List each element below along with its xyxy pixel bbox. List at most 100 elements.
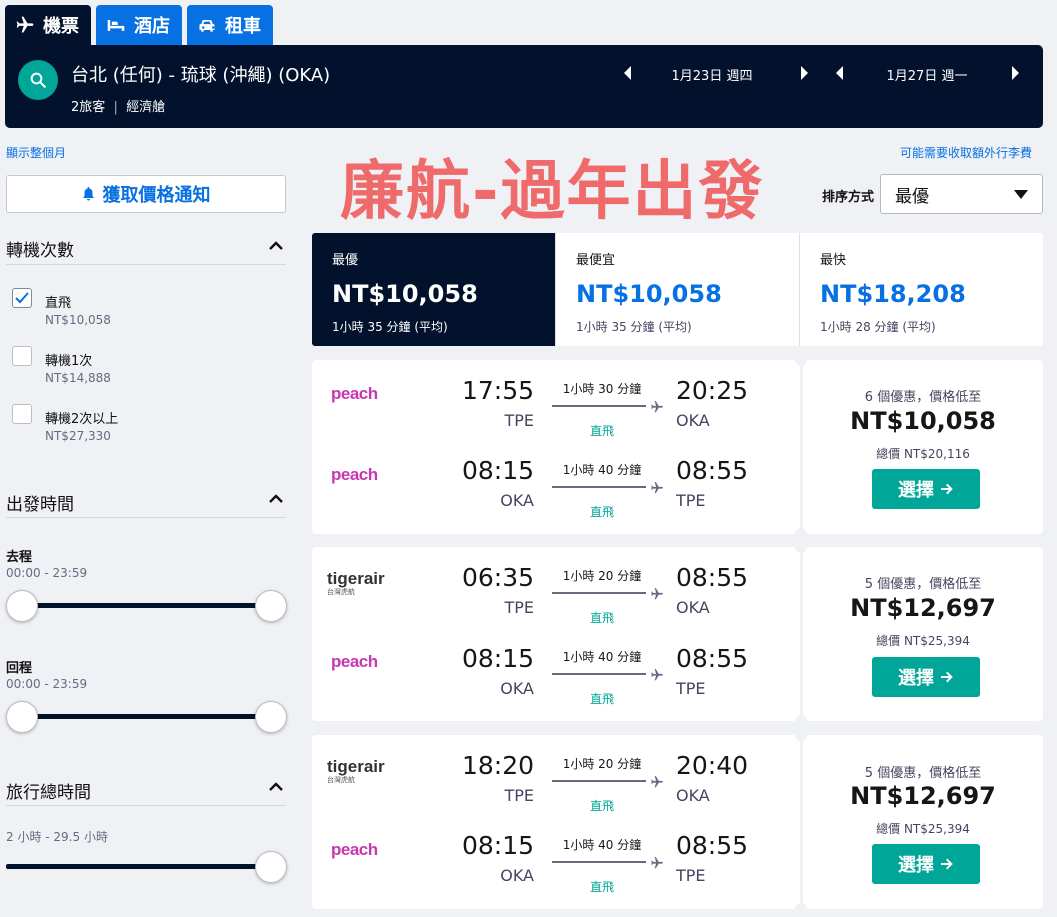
airline-logo: tigerair 台灣虎航 bbox=[327, 757, 385, 785]
baggage-fees-link[interactable]: 可能需要收取額外行李費 bbox=[900, 144, 1032, 161]
depart-time: 06:35 bbox=[461, 563, 534, 592]
arrow-right-icon bbox=[941, 858, 953, 870]
return-prev-button[interactable] bbox=[833, 65, 847, 83]
ticket-notch bbox=[795, 354, 807, 366]
arrow-right-icon bbox=[941, 483, 953, 495]
product-tabs: 機票 酒店 租車 bbox=[5, 5, 273, 47]
leg-duration: 1小時 40 分鐘 bbox=[562, 463, 642, 477]
result-price: NT$12,697 bbox=[850, 782, 996, 810]
duration-slider-handle[interactable] bbox=[255, 851, 287, 883]
depart-time: 08:15 bbox=[461, 644, 534, 673]
arrive-airport: OKA bbox=[676, 411, 710, 430]
duration-range: 2 小時 - 29.5 小時 bbox=[6, 830, 108, 844]
outbound-slider-min-handle[interactable] bbox=[6, 590, 38, 622]
return-label: 回程 bbox=[6, 661, 33, 676]
depart-time: 17:55 bbox=[461, 376, 534, 405]
depart-prev-button[interactable] bbox=[621, 65, 635, 83]
depart-date[interactable]: 1月23日 週四 bbox=[652, 65, 772, 84]
arrive-time: 08:55 bbox=[676, 831, 749, 860]
bed-icon bbox=[107, 20, 125, 31]
summary-cheapest[interactable]: 最便宜 NT$10,058 1小時 35 分鐘 (平均) bbox=[556, 233, 800, 346]
airline-logo: peach bbox=[331, 465, 378, 484]
tab-hotels[interactable]: 酒店 bbox=[96, 5, 182, 45]
stops-option-label: 轉機1次 bbox=[45, 354, 93, 369]
airline-logo: peach bbox=[331, 384, 378, 403]
leg-stops: 直飛 bbox=[589, 799, 614, 813]
plane-icon bbox=[650, 399, 664, 413]
show-whole-month-link[interactable]: 顯示整個月 bbox=[6, 144, 66, 161]
airline-name: tigerair bbox=[327, 569, 385, 588]
summary-best[interactable]: 最優 NT$10,058 1小時 35 分鐘 (平均) bbox=[312, 233, 556, 346]
plane-icon bbox=[650, 774, 664, 788]
sort-label: 排序方式 bbox=[822, 190, 875, 205]
return-range: 00:00 - 23:59 bbox=[6, 677, 88, 691]
airline-subname: 台灣虎航 bbox=[327, 589, 355, 596]
arrive-airport: OKA bbox=[676, 786, 710, 805]
summary-fastest[interactable]: 最快 NT$18,208 1小時 28 分鐘 (平均) bbox=[800, 233, 1043, 346]
depart-time: 08:15 bbox=[461, 456, 534, 485]
sort-select[interactable]: 最優 bbox=[880, 174, 1043, 214]
leg-stops: 直飛 bbox=[589, 505, 614, 519]
cabin-class: 經濟艙 bbox=[126, 100, 166, 115]
return-slider-min-handle[interactable] bbox=[6, 701, 38, 733]
tab-flights[interactable]: 機票 bbox=[5, 5, 91, 45]
plane-icon bbox=[650, 480, 664, 494]
stops-option-label: 轉機2次以上 bbox=[45, 412, 119, 427]
airline-name: tigerair bbox=[327, 757, 385, 776]
depart-next-button[interactable] bbox=[799, 65, 813, 83]
chevron-up-icon[interactable] bbox=[269, 241, 283, 251]
chevron-up-icon[interactable] bbox=[269, 494, 283, 504]
tab-hotels-label: 酒店 bbox=[134, 16, 170, 37]
select-button[interactable]: 選擇 bbox=[872, 844, 980, 884]
stops-filter-title[interactable]: 轉機次數 bbox=[6, 236, 74, 261]
checkbox-direct[interactable] bbox=[12, 288, 32, 308]
arrive-time: 20:40 bbox=[676, 751, 749, 780]
return-slider-track[interactable] bbox=[14, 714, 274, 719]
leg-line bbox=[552, 592, 646, 594]
total-price: 總價 NT$20,116 bbox=[876, 447, 970, 461]
tab-cars[interactable]: 租車 bbox=[187, 5, 273, 45]
search-button[interactable] bbox=[18, 60, 58, 100]
search-summary-bar[interactable]: 台北 (任何) - 琉球 (沖繩) (OKA) 2旅客 | 經濟艙 1月23日 … bbox=[5, 45, 1043, 128]
summary-duration: 1小時 35 分鐘 (平均) bbox=[576, 320, 692, 334]
duration-filter-title[interactable]: 旅行總時間 bbox=[6, 778, 91, 803]
divider bbox=[6, 805, 286, 806]
leg-stops: 直飛 bbox=[589, 880, 614, 894]
chevron-up-icon[interactable] bbox=[269, 782, 283, 792]
depart-time: 18:20 bbox=[461, 751, 534, 780]
return-next-button[interactable] bbox=[1010, 65, 1024, 83]
depart-airport: OKA bbox=[500, 491, 534, 510]
route-text[interactable]: 台北 (任何) - 琉球 (沖繩) (OKA) bbox=[71, 61, 330, 87]
price-alert-button[interactable]: 獲取價格通知 bbox=[6, 175, 286, 213]
checkbox-two-plus-stops[interactable] bbox=[12, 404, 32, 424]
plane-icon bbox=[650, 586, 664, 600]
summary-price: NT$10,058 bbox=[332, 280, 478, 308]
sort-summary-tabs: 最優 NT$10,058 1小時 35 分鐘 (平均) 最便宜 NT$10,05… bbox=[312, 233, 1043, 346]
divider bbox=[6, 264, 286, 265]
arrive-airport: TPE bbox=[676, 491, 706, 510]
plane-icon bbox=[650, 667, 664, 681]
traveller-cabin[interactable]: 2旅客 | 經濟艙 bbox=[71, 96, 165, 115]
chevron-right-icon bbox=[801, 66, 808, 80]
summary-duration: 1小時 28 分鐘 (平均) bbox=[820, 320, 936, 334]
outbound-slider-track[interactable] bbox=[14, 603, 274, 608]
summary-label: 最便宜 bbox=[576, 253, 616, 268]
outbound-slider-max-handle[interactable] bbox=[255, 590, 287, 622]
select-button[interactable]: 選擇 bbox=[872, 469, 980, 509]
duration-slider-track[interactable] bbox=[6, 864, 272, 869]
total-price: 總價 NT$25,394 bbox=[876, 822, 970, 836]
ticket-notch bbox=[795, 528, 807, 540]
ticket-notch bbox=[795, 903, 807, 915]
return-date[interactable]: 1月27日 週一 bbox=[867, 65, 987, 84]
times-filter-title[interactable]: 出發時間 bbox=[6, 490, 74, 515]
deals-count: 5 個優惠，價格低至 bbox=[864, 766, 982, 781]
tab-cars-label: 租車 bbox=[225, 16, 261, 37]
arrive-airport: TPE bbox=[676, 679, 706, 698]
ticket-notch bbox=[795, 715, 807, 727]
depart-time: 08:15 bbox=[461, 831, 534, 860]
checkbox-one-stop[interactable] bbox=[12, 346, 32, 366]
depart-airport: TPE bbox=[504, 411, 534, 430]
select-button[interactable]: 選擇 bbox=[872, 657, 980, 697]
tab-flights-label: 機票 bbox=[43, 16, 79, 37]
return-slider-max-handle[interactable] bbox=[255, 701, 287, 733]
